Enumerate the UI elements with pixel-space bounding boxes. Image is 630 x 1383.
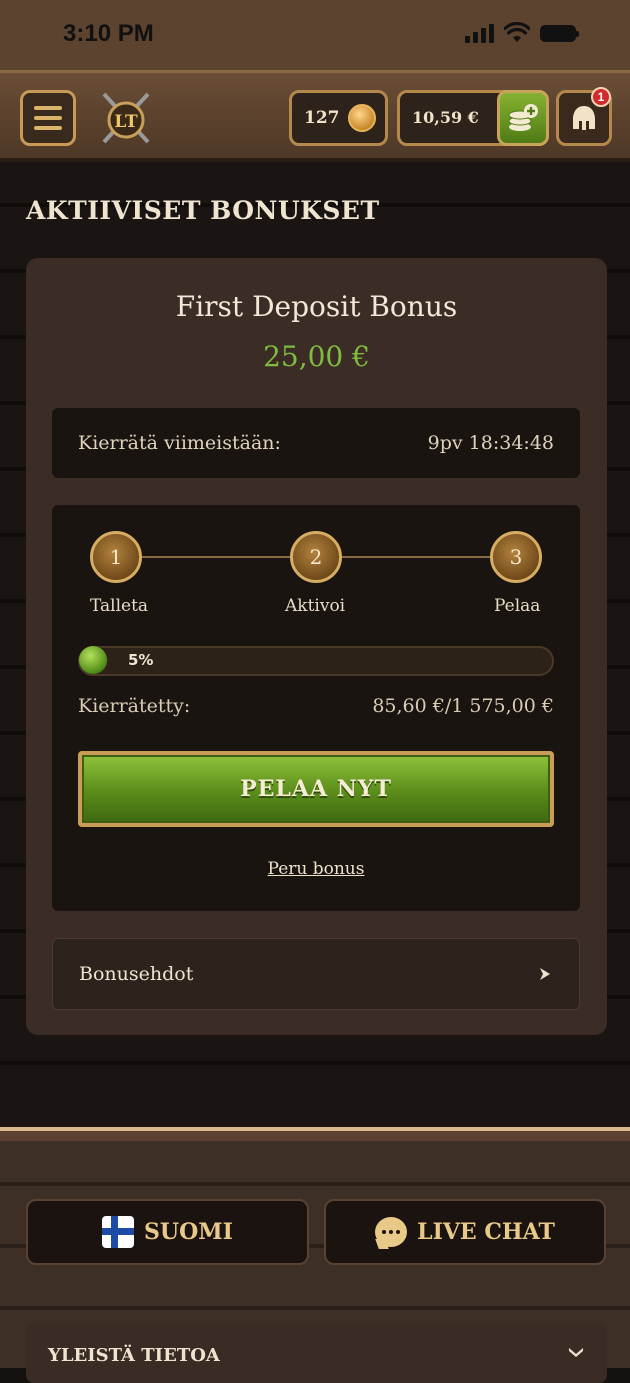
battery-icon — [540, 24, 579, 42]
step-label-1: Talleta — [90, 596, 149, 616]
general-info-accordion[interactable]: YLEISTÄ TIETOA — [26, 1323, 607, 1383]
live-chat-button[interactable]: LIVE CHAT — [324, 1199, 606, 1265]
language-button[interactable]: SUOMI — [26, 1199, 309, 1265]
step-number: 2 — [290, 531, 342, 583]
notification-badge: 1 — [591, 87, 611, 107]
profile-button[interactable]: 1 — [556, 87, 612, 146]
step-number: 3 — [490, 531, 542, 583]
svg-text:LT: LT — [114, 112, 138, 132]
wager-progress-bar: 5% — [78, 646, 554, 676]
lt-logo[interactable]: LT — [100, 90, 152, 146]
bonus-terms-label: Bonusehdot — [79, 963, 194, 985]
page-title: AKTIIVISET BONUKSET — [26, 196, 380, 225]
wagered-row: Kierrätetty: 85,60 €/1 575,00 € — [78, 695, 554, 717]
coin-count: 127 — [304, 108, 340, 128]
step-label-2: Aktivoi — [285, 596, 346, 616]
bonus-progress-panel: 1 Talleta 2 Aktivoi 3 Pelaa 5% Kierrätet… — [52, 505, 580, 911]
expiry-countdown: 9pv 18:34:48 — [427, 432, 554, 454]
coin-icon — [347, 104, 376, 132]
top-header: LT 127 10,59 € 1 — [0, 70, 630, 162]
main-content: AKTIIVISET BONUKSET First Deposit Bonus … — [0, 162, 630, 1127]
balance-display[interactable]: 10,59 € — [397, 90, 549, 146]
coin-counter[interactable]: 127 — [289, 90, 388, 146]
balance-value: 10,59 € — [412, 108, 479, 127]
step-1: 1 — [90, 531, 142, 583]
general-info-label: YLEISTÄ TIETOA — [48, 1345, 220, 1366]
step-label-3: Pelaa — [494, 596, 541, 616]
finland-flag-icon — [102, 1216, 135, 1248]
expiry-label: Kierrätä viimeistään: — [78, 432, 281, 454]
chevron-down-icon — [569, 1348, 583, 1357]
bonus-terms-row[interactable]: Bonusehdot — [52, 938, 580, 1010]
progress-percent: 5% — [128, 651, 154, 669]
status-icons — [465, 22, 579, 44]
signal-icon — [465, 23, 494, 43]
language-label: SUOMI — [144, 1219, 233, 1245]
step-number: 1 — [90, 531, 142, 583]
live-chat-label: LIVE CHAT — [417, 1219, 555, 1245]
bonus-card: First Deposit Bonus 25,00 € Kierrätä vii… — [26, 258, 607, 1035]
status-bar: 3:10 PM — [0, 0, 630, 70]
green-gem-icon — [79, 646, 107, 674]
menu-button[interactable] — [20, 90, 76, 146]
deposit-button[interactable] — [497, 90, 549, 146]
cancel-bonus-link[interactable]: Peru bonus — [52, 859, 580, 879]
wifi-icon — [504, 22, 530, 42]
spartan-helmet-icon — [573, 106, 595, 130]
coins-plus-icon — [508, 104, 538, 131]
footer: SUOMI LIVE CHAT YLEISTÄ TIETOA — [0, 1127, 630, 1383]
chat-bubble-icon — [375, 1217, 408, 1247]
bonus-amount: 25,00 € — [263, 340, 370, 373]
play-now-button[interactable]: PELAA NYT — [78, 751, 554, 827]
wagered-label: Kierrätetty: — [78, 695, 191, 717]
step-3: 3 — [490, 531, 542, 583]
bonus-name: First Deposit Bonus — [175, 290, 458, 323]
wagered-value: 85,60 €/1 575,00 € — [372, 695, 554, 717]
step-2: 2 — [290, 531, 342, 583]
chevron-right-icon — [540, 968, 550, 980]
expiry-box: Kierrätä viimeistään: 9pv 18:34:48 — [52, 408, 580, 478]
hamburger-icon — [34, 106, 62, 110]
status-time: 3:10 PM — [63, 20, 154, 47]
